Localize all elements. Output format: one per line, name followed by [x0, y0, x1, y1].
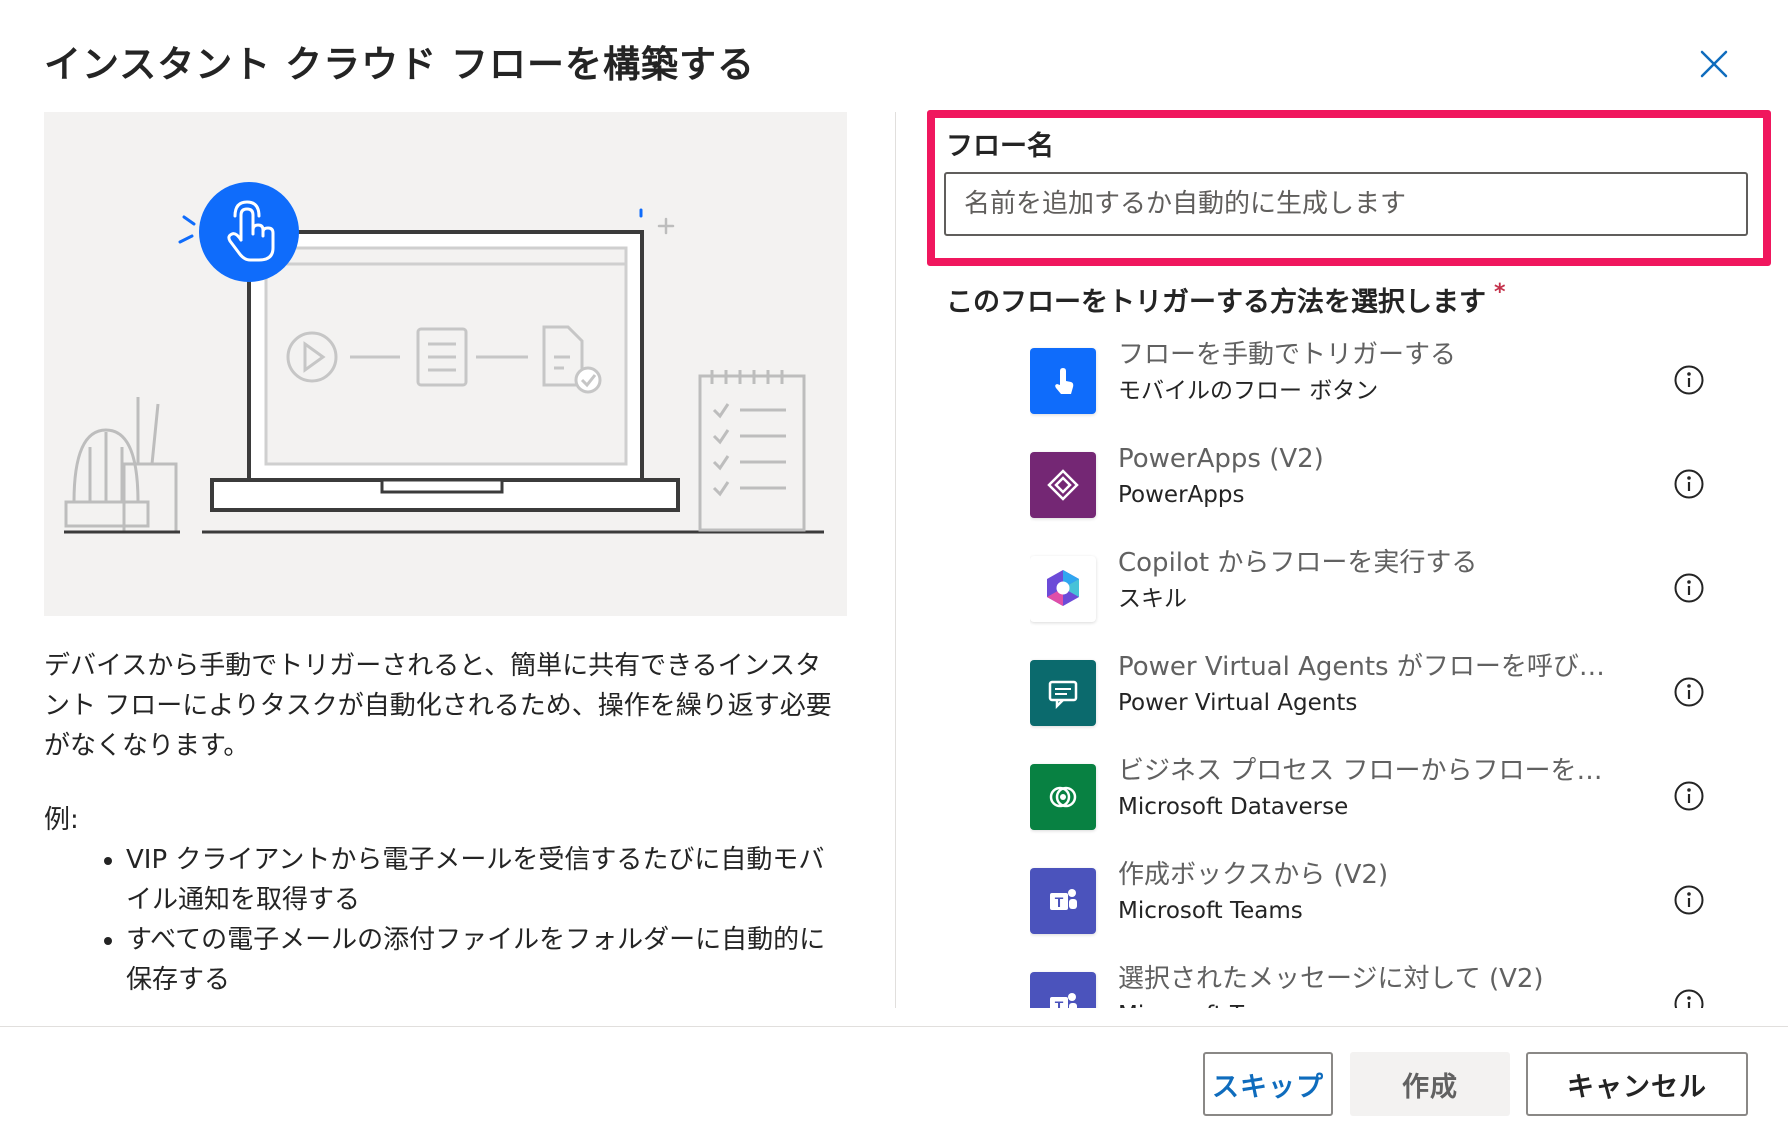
trigger-select-label: このフローをトリガーする方法を選択します *: [946, 280, 1506, 319]
flow-name-label: フロー名: [946, 131, 1054, 162]
instant-flow-dialog: インスタント クラウド フローを構築する デバイスから手動でトリガーされると、簡…: [0, 0, 1788, 1132]
create-button[interactable]: 作成: [1350, 1052, 1510, 1116]
trigger-option-manual[interactable]: フローを手動でトリガーする モバイルのフロー ボタン: [1030, 336, 1730, 440]
trigger-subtitle: Microsoft Dataverse: [1118, 794, 1349, 820]
info-icon[interactable]: [1673, 364, 1705, 396]
column-divider: [895, 112, 896, 1008]
teams-icon: T: [1030, 972, 1096, 1008]
trigger-subtitle: Power Virtual Agents: [1118, 690, 1358, 716]
trigger-select-label-text: このフローをトリガーする方法を選択します: [946, 287, 1486, 318]
trigger-title: Copilot からフローを実行する: [1118, 548, 1478, 578]
required-mark: *: [1494, 280, 1506, 305]
svg-text:T: T: [1055, 894, 1064, 910]
checklist-notepad-icon: [698, 370, 806, 532]
trigger-title: PowerApps (V2): [1118, 444, 1324, 474]
flow-description: デバイスから手動でトリガーされると、簡単に共有できるインスタント フローによりタ…: [44, 651, 832, 761]
example-item: すべての電子メールの添付ファイルをフォルダーに自動的に保存する: [126, 920, 849, 1000]
powerapps-icon: [1030, 452, 1096, 518]
trigger-option-virtual-agents[interactable]: Power Virtual Agents がフローを呼び出したとき Power …: [1030, 648, 1730, 752]
trigger-subtitle: PowerApps: [1118, 482, 1245, 508]
trigger-title: Power Virtual Agents がフローを呼び出したとき: [1118, 652, 1628, 682]
flow-name-input[interactable]: [944, 172, 1748, 236]
teams-icon: T: [1030, 868, 1096, 934]
info-icon[interactable]: [1673, 884, 1705, 916]
trigger-title: 作成ボックスから (V2): [1118, 860, 1389, 890]
info-icon[interactable]: [1673, 780, 1705, 812]
close-button[interactable]: [1690, 40, 1738, 88]
touch-hand-icon: [1030, 348, 1096, 414]
trigger-list[interactable]: フローを手動でトリガーする モバイルのフロー ボタン PowerApps (V2…: [1030, 336, 1730, 1008]
example-item: VIP クライアントから電子メールを受信するたびに自動モバイル通知を取得する: [126, 840, 849, 920]
trigger-subtitle: スキル: [1118, 586, 1187, 612]
virtual-agents-icon: [1030, 660, 1096, 726]
trigger-subtitle: Microsoft Teams: [1118, 898, 1303, 924]
trigger-title: フローを手動でトリガーする: [1118, 340, 1457, 370]
trigger-option-copilot[interactable]: Copilot からフローを実行する スキル: [1030, 544, 1730, 648]
info-icon[interactable]: [1673, 572, 1705, 604]
cancel-button[interactable]: キャンセル: [1526, 1052, 1748, 1116]
trigger-title: ビジネス プロセス フローからフローを実行する: [1118, 756, 1628, 786]
examples-list: VIP クライアントから電子メールを受信するたびに自動モバイル通知を取得する す…: [44, 840, 849, 1000]
trigger-subtitle: モバイルのフロー ボタン: [1118, 378, 1379, 404]
close-icon: [1700, 50, 1728, 78]
trigger-option-teams-selected-message[interactable]: T 選択されたメッセージに対して (V2) Microsoft Teams: [1030, 960, 1730, 1008]
cactus-pot-icon: [64, 397, 178, 534]
flow-illustration: [44, 112, 847, 616]
trigger-title: 選択されたメッセージに対して (V2): [1118, 964, 1544, 994]
dataverse-icon: [1030, 764, 1096, 830]
skip-button[interactable]: スキップ: [1203, 1052, 1333, 1116]
info-icon[interactable]: [1673, 988, 1705, 1008]
examples-label: 例:: [44, 805, 79, 835]
info-icon[interactable]: [1673, 468, 1705, 500]
trigger-subtitle: Microsoft Teams: [1118, 998, 1628, 1008]
laptop-illustration: [64, 182, 824, 534]
footer-divider: [0, 1026, 1788, 1027]
info-icon[interactable]: [1673, 676, 1705, 708]
trigger-option-business-process[interactable]: ビジネス プロセス フローからフローを実行する Microsoft Datave…: [1030, 752, 1730, 856]
trigger-option-teams-compose[interactable]: T 作成ボックスから (V2) Microsoft Teams: [1030, 856, 1730, 960]
dialog-title: インスタント クラウド フローを構築する: [44, 43, 756, 86]
svg-text:T: T: [1055, 998, 1064, 1008]
copilot-icon: [1030, 556, 1096, 622]
trigger-option-powerapps[interactable]: PowerApps (V2) PowerApps: [1030, 440, 1730, 544]
